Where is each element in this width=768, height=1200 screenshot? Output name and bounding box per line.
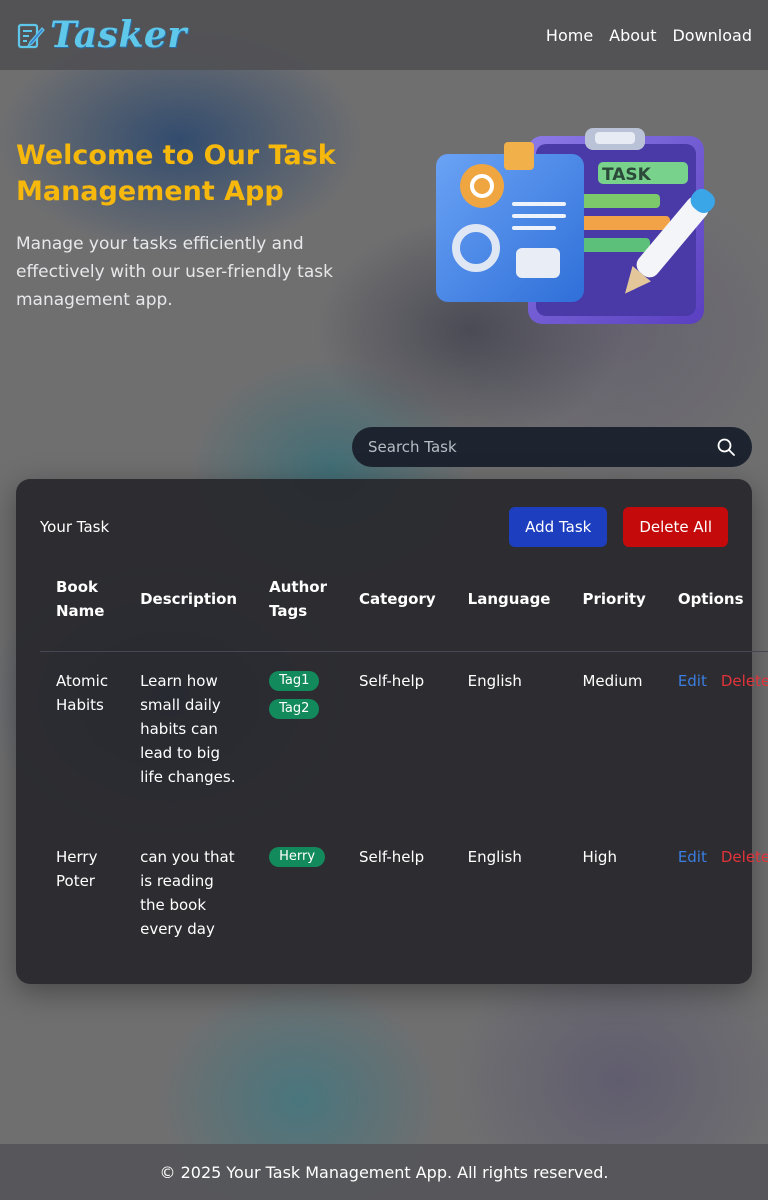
hero-title: Welcome to Our Task Management App xyxy=(16,140,336,207)
delete-task-link[interactable]: Delete xyxy=(721,669,768,693)
tag-badge: Tag2 xyxy=(269,699,320,719)
table-row: Atomic Habits Learn how small daily habi… xyxy=(40,652,768,828)
task-panel: Your Task Add Task Delete All Book Name … xyxy=(16,479,768,984)
top-navbar: Tasker Home About Download xyxy=(0,0,768,70)
options-cell: Edit Delete xyxy=(662,652,768,828)
brand-name: Tasker xyxy=(50,14,187,56)
priority-cell: Medium xyxy=(582,672,643,690)
description-cell: can you that is reading the book every d… xyxy=(140,847,235,938)
task-panel-header: Your Task Add Task Delete All xyxy=(40,507,728,547)
task-table: Book Name Description Author Tags Catego… xyxy=(40,575,768,957)
tags-cell: Herry xyxy=(253,828,343,957)
task-illustration-label: TASK xyxy=(602,165,652,185)
nav-about-link[interactable]: About xyxy=(609,26,656,45)
priority-cell: High xyxy=(582,847,617,866)
column-header-description: Description xyxy=(124,575,254,652)
notepad-pencil-icon xyxy=(17,23,45,49)
nav-home-link[interactable]: Home xyxy=(546,26,593,45)
edit-task-link[interactable]: Edit xyxy=(678,845,707,869)
delete-all-button[interactable]: Delete All xyxy=(623,507,728,547)
table-row: Herry Poter can you that is reading the … xyxy=(40,828,768,957)
hero-subtitle: Manage your tasks efficiently and effect… xyxy=(16,234,333,310)
language-cell: English xyxy=(467,847,522,866)
main-nav: Home About Download xyxy=(546,26,752,45)
search-input[interactable] xyxy=(368,438,716,456)
tag-badge: Herry xyxy=(269,846,326,867)
book-name-cell: Herry Poter xyxy=(56,847,98,890)
page-footer: © 2025 Your Task Management App. All rig… xyxy=(0,1144,768,1200)
tags-cell: Tag1 Tag2 xyxy=(253,652,343,828)
search-icon[interactable] xyxy=(716,437,736,457)
delete-task-link[interactable]: Delete xyxy=(721,845,768,869)
column-header-author-tags: Author Tags xyxy=(253,575,343,652)
search-bar[interactable] xyxy=(352,427,752,467)
task-panel-title: Your Task xyxy=(40,518,110,536)
copyright-text: © 2025 Your Task Management App. All rig… xyxy=(159,1162,609,1182)
nav-download-link[interactable]: Download xyxy=(672,26,752,45)
column-header-priority: Priority xyxy=(566,575,662,652)
category-cell: Self-help xyxy=(358,672,425,690)
edit-task-link[interactable]: Edit xyxy=(678,669,707,693)
tag-badge: Tag1 xyxy=(269,671,320,691)
column-header-category: Category xyxy=(342,575,452,652)
brand-logo[interactable]: Tasker xyxy=(16,14,187,56)
book-name-cell: Atomic Habits xyxy=(56,672,109,714)
language-cell: English xyxy=(467,672,522,690)
add-task-button[interactable]: Add Task xyxy=(509,507,608,547)
column-header-language: Language xyxy=(451,575,567,652)
category-cell: Self-help xyxy=(358,847,425,866)
column-header-book-name: Book Name xyxy=(40,575,125,652)
column-header-options: Options xyxy=(661,575,768,652)
options-cell: Edit Delete xyxy=(662,828,768,957)
description-cell: Learn how small daily habits can lead to… xyxy=(140,672,236,786)
task-clipboard-illustration: TASK xyxy=(436,128,715,324)
table-header-row: Book Name Description Author Tags Catego… xyxy=(40,575,768,652)
